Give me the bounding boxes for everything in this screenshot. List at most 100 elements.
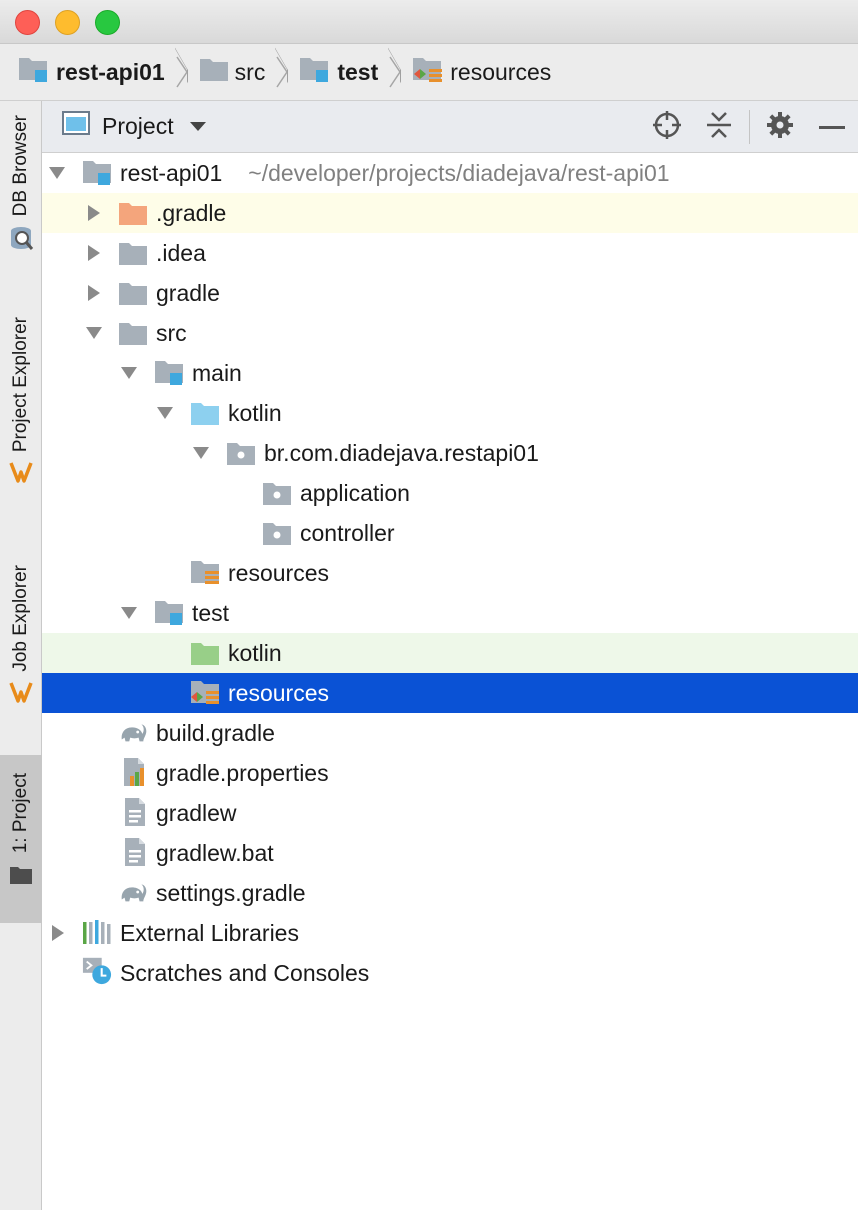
folder-icon [118, 239, 148, 267]
resources-folder-icon [190, 558, 220, 586]
tree-item-label: rest-api01 [120, 159, 223, 186]
package-icon [226, 439, 256, 467]
chevron-right-icon [175, 55, 191, 89]
tree-item-label: br.com.diadejava.restapi01 [264, 439, 539, 466]
tree-item-root[interactable]: rest-api01 ~/developer/projects/diadejava… [42, 153, 858, 193]
chevron-down-icon[interactable] [86, 327, 102, 339]
breadcrumb-item-src[interactable]: src [199, 52, 266, 92]
chevron-right-icon [388, 55, 404, 89]
tree-item-build-gradle[interactable]: build.gradle [42, 713, 858, 753]
text-file-icon [120, 798, 150, 826]
tab-project[interactable]: 1: Project [0, 755, 42, 923]
chevron-right-icon[interactable] [52, 925, 64, 941]
breadcrumb-label: rest-api01 [56, 58, 165, 85]
tab-db-browser[interactable]: DB Browser [0, 115, 42, 257]
tab-label: Job Explorer [10, 565, 31, 672]
zoom-window-button[interactable] [95, 10, 120, 35]
close-window-button[interactable] [15, 10, 40, 35]
module-folder-icon [82, 158, 112, 186]
chevron-right-icon [275, 55, 291, 89]
project-path: ~/developer/projects/diadejava/rest-api0… [248, 159, 670, 186]
tab-project-explorer[interactable]: Project Explorer [0, 317, 42, 489]
tree-item-main[interactable]: main [42, 353, 858, 393]
minimize-window-button[interactable] [55, 10, 80, 35]
breadcrumb-item-resources[interactable]: resources [412, 52, 551, 92]
tree-item-src[interactable]: src [42, 313, 858, 353]
folder-icon [199, 56, 229, 88]
left-tool-strip: DB Browser Project Explorer Job Explorer [0, 101, 42, 1210]
libraries-icon [82, 918, 112, 946]
folder-icon [118, 279, 148, 307]
tree-item-resources-test[interactable]: resources [42, 673, 858, 713]
text-file-icon [120, 838, 150, 866]
source-folder-icon [190, 399, 220, 427]
tree-item-gradlew-bat[interactable]: gradlew.bat [42, 833, 858, 873]
tree-item-label: src [156, 319, 187, 346]
tool-window-title: Project [102, 112, 174, 139]
tree-item-scratches[interactable]: Scratches and Consoles [42, 953, 858, 993]
tree-item-gradle[interactable]: gradle [42, 273, 858, 313]
chevron-down-icon[interactable] [193, 447, 209, 459]
tree-item-resources-main[interactable]: resources [42, 553, 858, 593]
gradle-elephant-icon [118, 878, 148, 906]
tree-item-package[interactable]: br.com.diadejava.restapi01 [42, 433, 858, 473]
tree-item-label: test [192, 599, 230, 626]
project-tree: rest-api01 ~/developer/projects/diadejava… [42, 153, 858, 993]
tree-item-kotlin-test[interactable]: kotlin [42, 633, 858, 673]
chevron-down-icon[interactable] [157, 407, 173, 419]
tree-item-external-libraries[interactable]: External Libraries [42, 913, 858, 953]
tree-item-gradle-dot[interactable]: .gradle [42, 193, 858, 233]
tree-item-test[interactable]: test [42, 593, 858, 633]
chevron-right-icon[interactable] [88, 285, 100, 301]
test-source-folder-icon [190, 639, 220, 667]
chevron-down-icon[interactable] [121, 607, 137, 619]
tree-item-label: .gradle [156, 199, 227, 226]
tree-item-label: gradlew [156, 799, 237, 826]
gradle-elephant-icon [118, 718, 148, 746]
test-resources-folder-icon [412, 55, 444, 89]
tree-item-label: resources [228, 559, 329, 586]
module-folder-icon [299, 55, 331, 89]
locate-icon [652, 110, 682, 145]
folder-icon [118, 319, 148, 347]
tree-item-label: gradle.properties [156, 759, 329, 786]
chevron-down-icon[interactable] [49, 167, 65, 179]
collapse-all-button[interactable] [693, 101, 745, 153]
chevron-right-icon[interactable] [88, 245, 100, 261]
breadcrumb-item-test[interactable]: test [299, 52, 378, 92]
view-selector[interactable]: Project [62, 111, 206, 141]
tree-item-idea[interactable]: .idea [42, 233, 858, 273]
tree-item-gradle-properties[interactable]: gradle.properties [42, 753, 858, 793]
tree-item-label: gradlew.bat [156, 839, 274, 866]
chevron-right-icon[interactable] [88, 205, 100, 221]
minimize-button[interactable] [806, 101, 858, 153]
breadcrumb-label: test [337, 58, 379, 85]
toolbar-divider [749, 110, 750, 144]
project-view-icon [62, 111, 90, 141]
tree-item-settings-gradle[interactable]: settings.gradle [42, 873, 858, 913]
test-resources-folder-icon [190, 678, 220, 706]
tree-item-label: Scratches and Consoles [120, 959, 370, 986]
tree-item-gradlew[interactable]: gradlew [42, 793, 858, 833]
tree-item-application[interactable]: application [42, 473, 858, 513]
chevron-down-icon[interactable] [121, 367, 137, 379]
tree-item-label: application [300, 479, 410, 506]
breadcrumb-label: src [234, 58, 266, 85]
tree-item-label: kotlin [228, 399, 282, 426]
tree-item-label: build.gradle [156, 719, 275, 746]
tree-item-label: kotlin [228, 639, 282, 666]
settings-button[interactable] [754, 101, 806, 153]
folder-icon [9, 865, 33, 890]
tab-job-explorer[interactable]: Job Explorer [0, 565, 42, 709]
locate-button[interactable] [641, 101, 693, 153]
window-titlebar [0, 0, 858, 44]
properties-file-icon [120, 758, 150, 786]
chevron-down-icon [189, 121, 206, 131]
tree-item-kotlin-main[interactable]: kotlin [42, 393, 858, 433]
scratches-clock-icon [82, 956, 112, 985]
module-folder-icon [154, 598, 184, 626]
tree-item-controller[interactable]: controller [42, 513, 858, 553]
excluded-folder-icon [118, 199, 148, 227]
breadcrumb-item-project[interactable]: rest-api01 [18, 52, 165, 92]
package-icon [262, 519, 292, 547]
